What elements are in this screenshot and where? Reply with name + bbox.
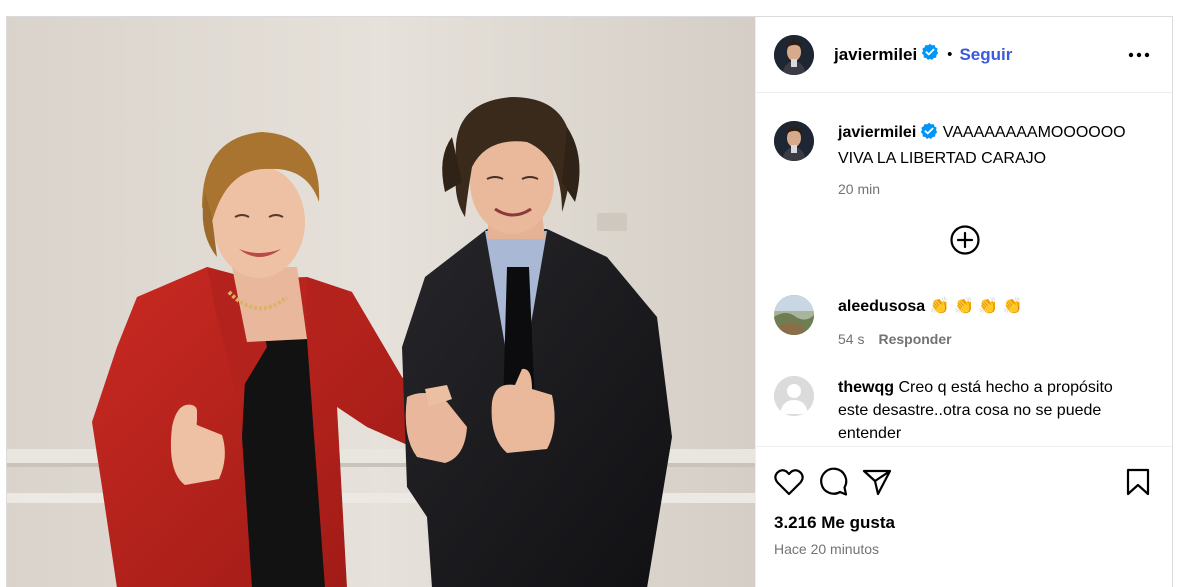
post-side-panel: javiermilei • Seguir javiermilei VAAAAAA… bbox=[755, 17, 1172, 587]
follow-button[interactable]: Seguir bbox=[959, 45, 1012, 65]
like-heart-icon[interactable] bbox=[774, 468, 804, 496]
avatar-image bbox=[774, 121, 814, 161]
post-footer: 3.216 Me gusta Hace 20 minutos bbox=[756, 446, 1172, 587]
post-dialog: javiermilei • Seguir javiermilei VAAAAAA… bbox=[6, 16, 1173, 587]
comment-text-line1: Creo q está hecho a propósito bbox=[898, 379, 1113, 396]
caption-time: 20 min bbox=[838, 181, 881, 197]
caption-username[interactable]: javiermilei bbox=[838, 124, 916, 141]
author-username[interactable]: javiermilei bbox=[834, 45, 917, 65]
avatar-image bbox=[774, 295, 814, 335]
comment-body: thewqg Creo q está hecho a propósito est… bbox=[838, 376, 1113, 445]
comment-username[interactable]: aleedusosa bbox=[838, 298, 925, 315]
more-options-icon[interactable] bbox=[1128, 52, 1150, 58]
avatar-image bbox=[774, 34, 814, 75]
default-avatar-icon bbox=[774, 376, 814, 416]
save-bookmark-icon[interactable] bbox=[1126, 468, 1150, 496]
comment-text-line2: este desastre..otra cosa no se puede bbox=[838, 402, 1102, 419]
reply-button[interactable]: Responder bbox=[878, 331, 951, 347]
likes-count[interactable]: 3.216 Me gusta bbox=[774, 513, 1156, 533]
comment-item: thewqg Creo q está hecho a propósito est… bbox=[774, 376, 1156, 445]
share-send-icon[interactable] bbox=[862, 468, 892, 496]
commenter-avatar[interactable] bbox=[774, 295, 814, 335]
comment-text-line3: entender bbox=[838, 425, 902, 442]
header-separator: • bbox=[947, 46, 953, 63]
commenter-avatar[interactable] bbox=[774, 376, 814, 416]
author-avatar[interactable] bbox=[774, 34, 814, 75]
comments-section: javiermilei VAAAAAAAAMOOOOOO VIVA LA LIB… bbox=[756, 93, 1172, 446]
post-header: javiermilei • Seguir bbox=[756, 17, 1172, 93]
comment-username[interactable]: thewqg bbox=[838, 379, 894, 396]
verified-badge-icon bbox=[920, 122, 938, 147]
caption-text-line1: VAAAAAAAAMOOOOOO bbox=[942, 124, 1126, 141]
post-timestamp: Hace 20 minutos bbox=[774, 541, 880, 557]
post-caption: javiermilei VAAAAAAAAMOOOOOO VIVA LA LIB… bbox=[774, 121, 1156, 201]
verified-badge-icon bbox=[921, 43, 939, 66]
post-photo[interactable] bbox=[7, 17, 755, 587]
comment-time: 54 s bbox=[838, 331, 865, 347]
comment-text: 👏 👏 👏 👏 bbox=[929, 298, 1023, 315]
comment-item: aleedusosa 👏 👏 👏 👏 54 s Responder bbox=[774, 295, 1156, 351]
caption-text-line2: VIVA LA LIBERTAD CARAJO bbox=[838, 150, 1047, 167]
caption-body: javiermilei VAAAAAAAAMOOOOOO VIVA LA LIB… bbox=[838, 121, 1126, 201]
comment-bubble-icon[interactable] bbox=[818, 467, 848, 497]
comment-body: aleedusosa 👏 👏 👏 👏 54 s Responder bbox=[838, 295, 1023, 351]
action-bar bbox=[774, 465, 1156, 499]
caption-author-avatar[interactable] bbox=[774, 121, 814, 161]
comment-meta: 54 s Responder bbox=[838, 328, 1023, 351]
load-more-comments-icon[interactable] bbox=[949, 224, 981, 261]
post-photo-illustration bbox=[7, 17, 755, 587]
